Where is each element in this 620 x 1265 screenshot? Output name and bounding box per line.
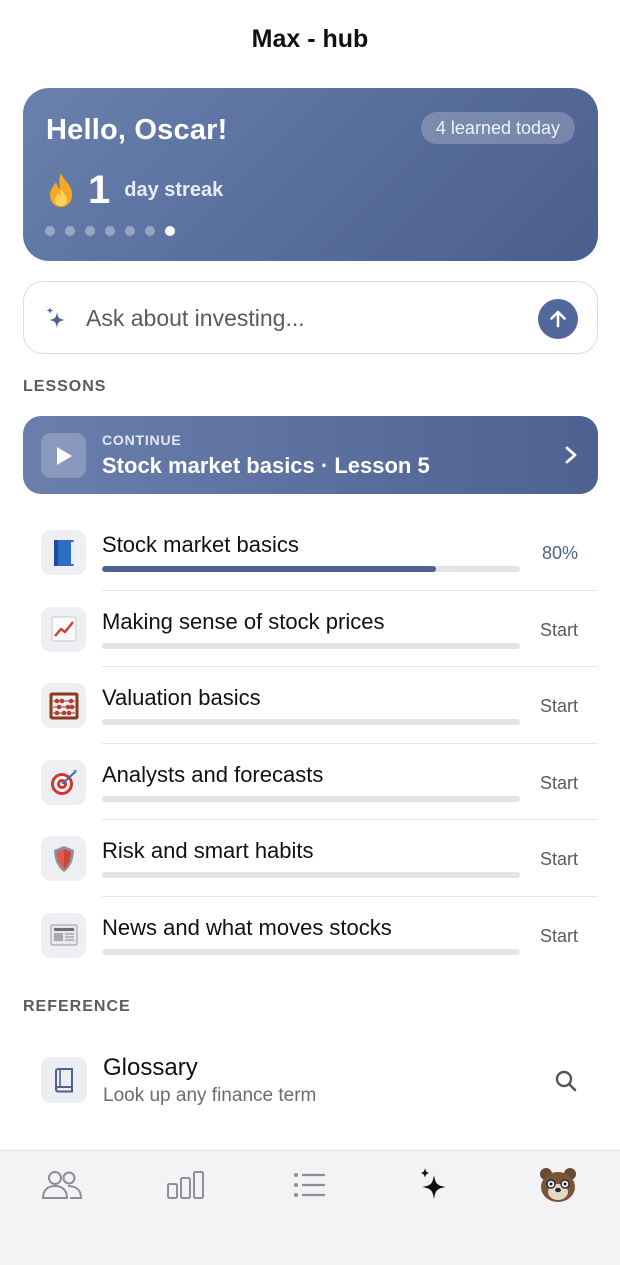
lesson-item[interactable]: Valuation basics Start	[0, 667, 620, 744]
abacus-icon	[41, 683, 86, 729]
lesson-progress-fill	[102, 566, 437, 572]
play-button	[41, 433, 86, 478]
lesson-status: 80%	[541, 543, 578, 563]
streak-label: day streak	[124, 178, 224, 201]
continue-lesson-button[interactable]: CONTINUE Stock market basics · Lesson 5	[23, 416, 598, 494]
arrow-up-icon	[550, 310, 566, 328]
chevron-right-icon	[565, 446, 577, 464]
tab-profile[interactable]	[533, 1165, 583, 1205]
lesson-title: Stock market basics	[102, 532, 299, 557]
shield-icon	[41, 836, 86, 882]
tab-assistant[interactable]	[409, 1165, 459, 1205]
day-dot	[85, 226, 95, 236]
blue-book-icon	[41, 530, 86, 575]
lesson-title: Valuation basics	[102, 685, 261, 711]
lesson-progress-bar	[102, 642, 520, 649]
play-icon	[56, 446, 72, 465]
sparkle-icon	[46, 307, 65, 328]
glossary-item[interactable]: Glossary Look up any finance term	[0, 1040, 620, 1130]
target-dart-icon	[41, 759, 86, 805]
list-icon	[294, 1173, 325, 1197]
tab-bar	[0, 1150, 620, 1265]
day-dot-today	[165, 226, 175, 236]
reference-section-label: REFERENCE	[23, 998, 131, 1015]
lesson-list: Stock market basics 80% Making sense of …	[0, 514, 620, 974]
lesson-progress-bar	[102, 719, 520, 726]
glossary-title: Glossary	[103, 1054, 198, 1081]
ask-input[interactable]	[86, 300, 516, 336]
tab-stats[interactable]	[161, 1165, 211, 1205]
bar-chart-icon	[167, 1171, 204, 1199]
streak-row: 1 day streak	[46, 168, 223, 212]
streak-dots	[45, 226, 185, 236]
ask-box	[23, 281, 598, 354]
lesson-title: News and what moves stocks	[102, 914, 392, 940]
chart-increasing-icon	[41, 606, 86, 652]
page-title: Max - hub	[251, 24, 369, 53]
lesson-progress-bar	[102, 948, 520, 955]
lesson-item[interactable]: Analysts and forecasts Start	[0, 744, 620, 821]
lesson-progress-bar	[102, 566, 520, 572]
search-icon[interactable]	[554, 1069, 578, 1093]
day-dot	[45, 226, 55, 236]
streak-count: 1	[88, 167, 111, 212]
lesson-item[interactable]: Making sense of stock prices Start	[0, 591, 620, 668]
lesson-progress-bar	[102, 795, 520, 802]
lesson-item[interactable]: Stock market basics 80%	[0, 514, 620, 591]
newspaper-icon	[41, 912, 86, 958]
learned-today-badge: 4 learned today	[420, 112, 575, 144]
flame-icon	[50, 173, 72, 207]
avatar-bear-icon	[540, 1168, 576, 1202]
continue-title: Stock market basics · Lesson 5	[102, 453, 430, 478]
continue-kicker: CONTINUE	[102, 432, 182, 448]
lesson-status: Start	[539, 772, 578, 793]
lesson-title: Analysts and forecasts	[102, 761, 324, 787]
sparkle-icon	[420, 1168, 446, 1199]
send-button[interactable]	[538, 299, 578, 339]
day-dot	[125, 226, 135, 236]
lesson-status: Start	[539, 849, 578, 870]
lesson-title: Risk and smart habits	[102, 838, 314, 864]
lessons-section-label: LESSONS	[23, 378, 107, 395]
lesson-status: Start	[539, 925, 578, 946]
lesson-item[interactable]: Risk and smart habits Start	[0, 820, 620, 897]
book-icon	[41, 1057, 87, 1103]
greeting-text: Hello, Oscar!	[46, 114, 228, 146]
greeting-card: Hello, Oscar! 4 learned today 1 day stre…	[23, 88, 598, 261]
hub-screen: Max - hub Hello, Oscar! 4 learned today …	[0, 0, 620, 1265]
lesson-progress-bar	[102, 872, 520, 879]
lesson-title: Making sense of stock prices	[102, 608, 385, 634]
glossary-subtitle: Look up any finance term	[103, 1085, 317, 1106]
day-dot	[105, 226, 115, 236]
lesson-status: Start	[539, 619, 578, 640]
day-dot	[145, 226, 155, 236]
people-icon	[41, 1171, 83, 1199]
lesson-item[interactable]: News and what moves stocks Start	[0, 897, 620, 974]
tab-people[interactable]	[37, 1165, 87, 1205]
day-dot	[65, 226, 75, 236]
tab-list[interactable]	[285, 1165, 335, 1205]
lesson-status: Start	[539, 696, 578, 717]
